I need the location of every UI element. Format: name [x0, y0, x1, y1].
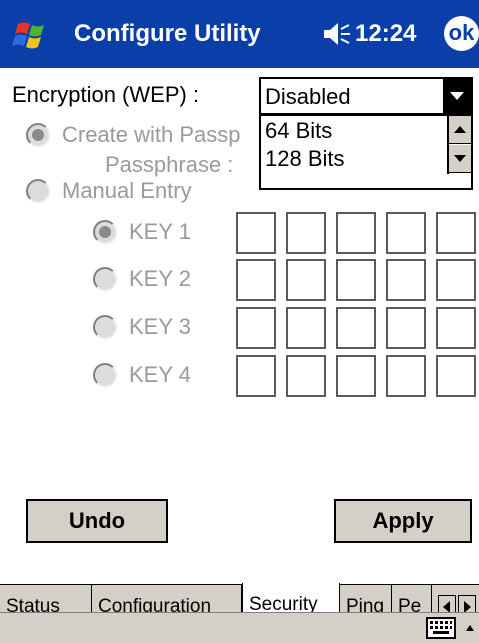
manual-entry-label: Manual Entry: [62, 178, 192, 203]
apply-button[interactable]: Apply: [334, 499, 472, 543]
scroll-down-icon[interactable]: [449, 145, 471, 173]
key-3-field-3[interactable]: [336, 307, 376, 349]
encryption-dropdown-list: 64 Bits 128 Bits: [259, 114, 473, 190]
key-4-field-4[interactable]: [386, 355, 426, 397]
key-4-field-1[interactable]: [236, 355, 276, 397]
clock[interactable]: 12:24: [355, 20, 416, 48]
scroll-up-icon[interactable]: [449, 116, 471, 144]
key-3-radio[interactable]: [93, 315, 117, 339]
key-3-field-1[interactable]: [236, 307, 276, 349]
key-3-label: KEY 3: [129, 314, 191, 339]
key-2-field-1[interactable]: [236, 259, 276, 301]
dropdown-scrollbar[interactable]: [447, 116, 471, 174]
undo-button[interactable]: Undo: [26, 499, 168, 543]
key-3-field-4[interactable]: [386, 307, 426, 349]
command-bar: [0, 612, 479, 643]
key-2-field-2[interactable]: [286, 259, 326, 301]
passphrase-radio[interactable]: [26, 123, 50, 147]
key-4-label: KEY 4: [129, 362, 191, 387]
key-4-field-2[interactable]: [286, 355, 326, 397]
key-1-field-5[interactable]: [436, 212, 476, 254]
dropdown-option-128[interactable]: 128 Bits: [265, 146, 345, 172]
key-1-label: KEY 1: [129, 219, 191, 244]
key-1-field-4[interactable]: [386, 212, 426, 254]
sip-arrow-up-icon[interactable]: [463, 617, 477, 639]
key-4-radio[interactable]: [93, 363, 117, 387]
key-1-field-2[interactable]: [286, 212, 326, 254]
key-2-field-5[interactable]: [436, 259, 476, 301]
encryption-selected-value: Disabled: [265, 84, 351, 109]
windows-flag-icon[interactable]: [10, 12, 54, 56]
speaker-icon[interactable]: [322, 20, 352, 48]
ok-button[interactable]: ok: [444, 16, 479, 51]
key-4-field-5[interactable]: [436, 355, 476, 397]
key-2-radio[interactable]: [93, 267, 117, 291]
title-bar: Configure Utility 12:24 ok: [0, 0, 479, 68]
key-2-label: KEY 2: [129, 266, 191, 291]
passphrase-option-label: Create with Passp: [62, 122, 241, 147]
key-1-radio[interactable]: [93, 220, 117, 244]
encryption-select[interactable]: Disabled: [259, 77, 473, 115]
key-1-field-1[interactable]: [236, 212, 276, 254]
key-3-field-2[interactable]: [286, 307, 326, 349]
key-2-field-4[interactable]: [386, 259, 426, 301]
keyboard-icon[interactable]: [426, 617, 456, 639]
manual-entry-radio[interactable]: [26, 179, 50, 203]
key-4-field-3[interactable]: [336, 355, 376, 397]
dropdown-arrow-icon[interactable]: [443, 79, 471, 113]
key-3-field-5[interactable]: [436, 307, 476, 349]
dropdown-option-64[interactable]: 64 Bits: [265, 118, 332, 144]
encryption-label: Encryption (WEP) :: [12, 82, 200, 107]
key-1-field-3[interactable]: [336, 212, 376, 254]
window-title: Configure Utility: [74, 20, 261, 47]
passphrase-field-label: Passphrase :: [105, 152, 234, 177]
key-2-field-3[interactable]: [336, 259, 376, 301]
